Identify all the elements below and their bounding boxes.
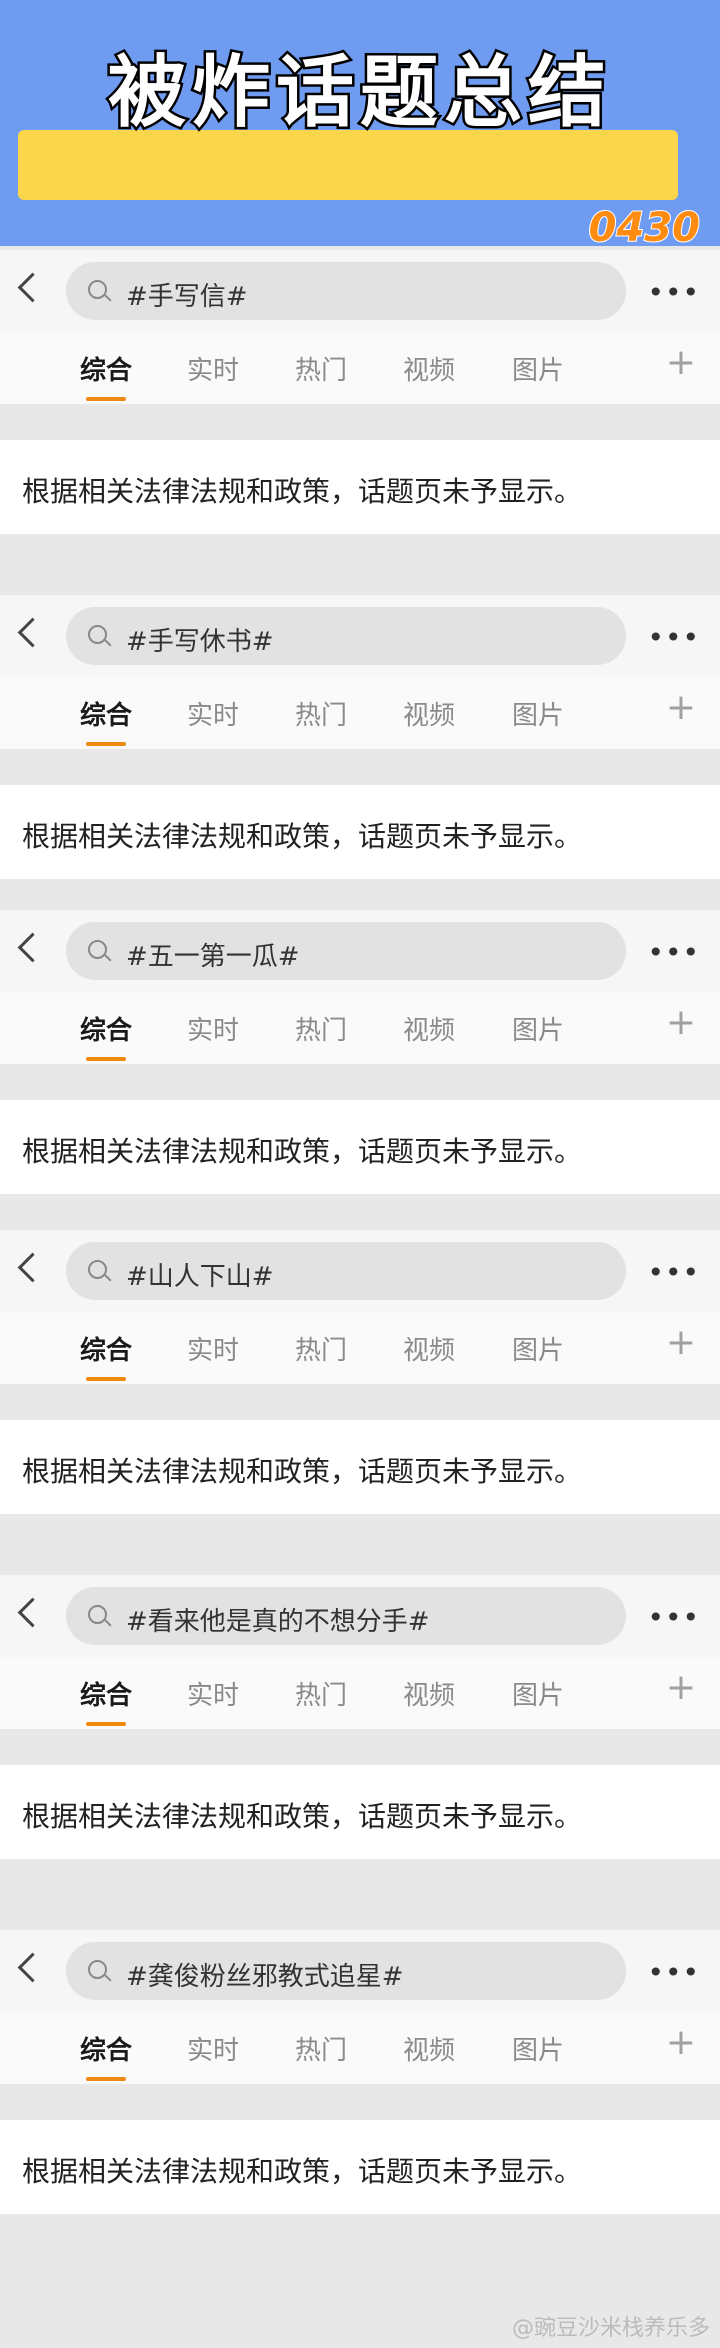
tab-0[interactable]: 综合 bbox=[80, 350, 132, 401]
search-text: #龚俊粉丝邪教式追星# bbox=[126, 1962, 404, 1992]
back-icon[interactable] bbox=[17, 932, 48, 963]
search-icon bbox=[88, 625, 107, 644]
top-bar: #山人下山# ••• bbox=[0, 1230, 720, 1312]
tab-0[interactable]: 综合 bbox=[80, 1675, 132, 1726]
tab-0[interactable]: 综合 bbox=[80, 1010, 132, 1061]
search-bar[interactable]: #龚俊粉丝邪教式追星# bbox=[66, 1942, 626, 2000]
search-bar[interactable]: #山人下山# bbox=[66, 1242, 626, 1300]
tab-bar: 综合 实时 热门 视频 图片 + bbox=[0, 992, 720, 1064]
tab-bar: 综合 实时 热门 视频 图片 + bbox=[0, 1312, 720, 1384]
add-tab-icon[interactable]: + bbox=[666, 342, 696, 383]
tab-1[interactable]: 实时 bbox=[187, 1675, 239, 1712]
tab-2[interactable]: 热门 bbox=[295, 350, 347, 387]
search-bar[interactable]: #五一第一瓜# bbox=[66, 922, 626, 980]
more-icon[interactable]: ••• bbox=[647, 621, 700, 654]
tab-1[interactable]: 实时 bbox=[187, 2030, 239, 2067]
top-bar: #看来他是真的不想分手# ••• bbox=[0, 1575, 720, 1657]
tab-1[interactable]: 实时 bbox=[187, 695, 239, 732]
more-icon[interactable]: ••• bbox=[647, 936, 700, 969]
page-title: 被炸话题总结 bbox=[105, 46, 612, 141]
notice-box: 根据相关法律法规和政策，话题页未予显示。 bbox=[0, 1765, 720, 1859]
tab-3[interactable]: 视频 bbox=[403, 1330, 455, 1367]
tab-1[interactable]: 实时 bbox=[187, 1330, 239, 1367]
tab-4[interactable]: 图片 bbox=[512, 350, 564, 387]
search-icon bbox=[88, 1960, 107, 1979]
notice-text: 根据相关法律法规和政策，话题页未予显示。 bbox=[22, 820, 583, 853]
add-tab-icon[interactable]: + bbox=[666, 1667, 696, 1708]
tab-1[interactable]: 实时 bbox=[187, 350, 239, 387]
notice-box: 根据相关法律法规和政策，话题页未予显示。 bbox=[0, 785, 720, 879]
search-icon bbox=[88, 940, 107, 959]
search-icon bbox=[88, 1260, 107, 1279]
more-icon[interactable]: ••• bbox=[647, 1601, 700, 1634]
tab-4[interactable]: 图片 bbox=[512, 2030, 564, 2067]
tab-4[interactable]: 图片 bbox=[512, 695, 564, 732]
back-icon[interactable] bbox=[17, 617, 48, 648]
tab-2[interactable]: 热门 bbox=[295, 1010, 347, 1047]
search-text: #手写信# bbox=[126, 282, 248, 312]
notice-text: 根据相关法律法规和政策，话题页未予显示。 bbox=[22, 1800, 583, 1833]
search-text: #五一第一瓜# bbox=[126, 942, 300, 972]
top-bar: #龚俊粉丝邪教式追星# ••• bbox=[0, 1930, 720, 2012]
tab-0[interactable]: 综合 bbox=[80, 2030, 132, 2081]
back-icon[interactable] bbox=[17, 1597, 48, 1628]
search-icon bbox=[88, 280, 107, 299]
notice-text: 根据相关法律法规和政策，话题页未予显示。 bbox=[22, 1135, 583, 1168]
tab-4[interactable]: 图片 bbox=[512, 1010, 564, 1047]
back-icon[interactable] bbox=[17, 1252, 48, 1283]
watermark: @豌豆沙米栈养乐多 bbox=[511, 2316, 710, 2341]
notice-box: 根据相关法律法规和政策，话题页未予显示。 bbox=[0, 2120, 720, 2214]
search-text: #看来他是真的不想分手# bbox=[126, 1607, 430, 1637]
more-icon[interactable]: ••• bbox=[647, 1256, 700, 1289]
notice-text: 根据相关法律法规和政策，话题页未予显示。 bbox=[22, 2155, 583, 2188]
search-icon bbox=[88, 1605, 107, 1624]
top-bar: #五一第一瓜# ••• bbox=[0, 910, 720, 992]
notice-box: 根据相关法律法规和政策，话题页未予显示。 bbox=[0, 440, 720, 534]
date-label: 0430 bbox=[588, 204, 701, 246]
tab-0[interactable]: 综合 bbox=[80, 1330, 132, 1381]
tab-2[interactable]: 热门 bbox=[295, 1330, 347, 1367]
tab-2[interactable]: 热门 bbox=[295, 1675, 347, 1712]
add-tab-icon[interactable]: + bbox=[666, 2022, 696, 2063]
tab-3[interactable]: 视频 bbox=[403, 2030, 455, 2067]
tab-0[interactable]: 综合 bbox=[80, 695, 132, 746]
tab-bar: 综合 实时 热门 视频 图片 + bbox=[0, 1657, 720, 1729]
add-tab-icon[interactable]: + bbox=[666, 687, 696, 728]
tab-3[interactable]: 视频 bbox=[403, 1675, 455, 1712]
notice-text: 根据相关法律法规和政策，话题页未予显示。 bbox=[22, 1455, 583, 1488]
top-bar: #手写信# ••• bbox=[0, 250, 720, 332]
back-icon[interactable] bbox=[17, 1952, 48, 1983]
header-banner: 被炸话题总结 0430 bbox=[0, 0, 720, 246]
tab-2[interactable]: 热门 bbox=[295, 695, 347, 732]
more-icon[interactable]: ••• bbox=[647, 276, 700, 309]
tab-1[interactable]: 实时 bbox=[187, 1010, 239, 1047]
notice-box: 根据相关法律法规和政策，话题页未予显示。 bbox=[0, 1420, 720, 1514]
tab-2[interactable]: 热门 bbox=[295, 2030, 347, 2067]
back-icon[interactable] bbox=[17, 272, 48, 303]
tab-3[interactable]: 视频 bbox=[403, 1010, 455, 1047]
add-tab-icon[interactable]: + bbox=[666, 1002, 696, 1043]
top-bar: #手写休书# ••• bbox=[0, 595, 720, 677]
add-tab-icon[interactable]: + bbox=[666, 1322, 696, 1363]
tab-3[interactable]: 视频 bbox=[403, 350, 455, 387]
more-icon[interactable]: ••• bbox=[647, 1956, 700, 1989]
tab-4[interactable]: 图片 bbox=[512, 1330, 564, 1367]
tab-bar: 综合 实时 热门 视频 图片 + bbox=[0, 677, 720, 749]
search-text: #手写休书# bbox=[126, 627, 274, 657]
tab-bar: 综合 实时 热门 视频 图片 + bbox=[0, 2012, 720, 2084]
tab-bar: 综合 实时 热门 视频 图片 + bbox=[0, 332, 720, 404]
notice-text: 根据相关法律法规和政策，话题页未予显示。 bbox=[22, 475, 583, 508]
notice-box: 根据相关法律法规和政策，话题页未予显示。 bbox=[0, 1100, 720, 1194]
search-bar[interactable]: #手写休书# bbox=[66, 607, 626, 665]
search-bar[interactable]: #看来他是真的不想分手# bbox=[66, 1587, 626, 1645]
tab-3[interactable]: 视频 bbox=[403, 695, 455, 732]
tab-4[interactable]: 图片 bbox=[512, 1675, 564, 1712]
search-bar[interactable]: #手写信# bbox=[66, 262, 626, 320]
search-text: #山人下山# bbox=[126, 1262, 274, 1292]
